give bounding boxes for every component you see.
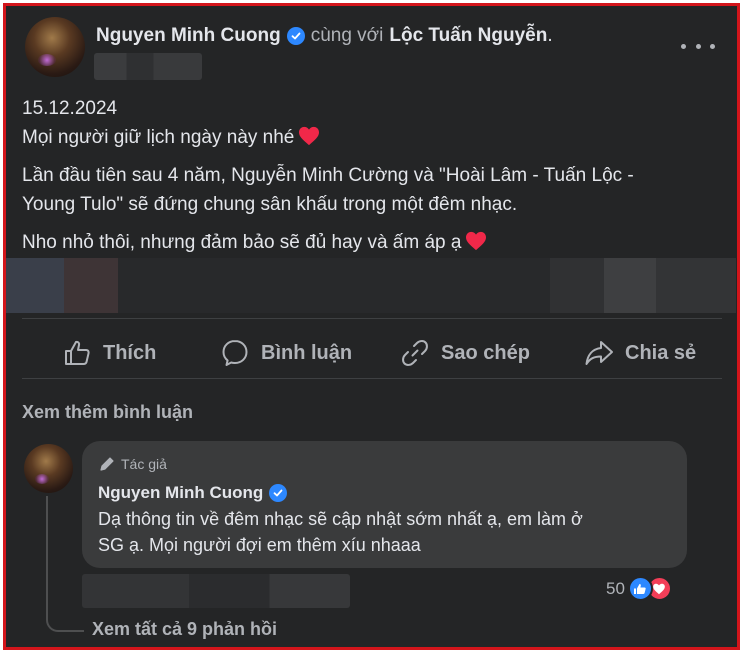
view-all-replies[interactable]: Xem tất cả 9 phản hồi <box>92 619 277 640</box>
post-line-2a: Lần đầu tiên sau 4 năm, Nguyễn Minh Cườn… <box>22 165 634 186</box>
post-card: Nguyen Minh Cuong cùng với Lộc Tuấn Nguy… <box>3 3 740 650</box>
post-header: Nguyen Minh Cuong cùng với Lộc Tuấn Nguy… <box>96 25 553 47</box>
like-label: Thích <box>103 341 157 364</box>
post-line-2b: Young Tulo" sẽ đứng chung sân khấu trong… <box>22 194 518 215</box>
copy-button[interactable]: Sao chép <box>399 336 530 370</box>
comment-bubble: Tác giả Nguyen Minh Cuong Dạ thông tin v… <box>82 441 687 568</box>
share-label: Chia sẻ <box>625 341 697 364</box>
reaction-count: 50 <box>606 578 625 598</box>
author-name[interactable]: Nguyen Minh Cuong <box>96 25 281 47</box>
share-button[interactable]: Chia sẻ <box>583 336 696 370</box>
like-icon <box>65 340 90 365</box>
comment-label: Bình luận <box>261 341 353 364</box>
blurred-media-strip <box>6 258 737 313</box>
like-button[interactable]: Thích <box>61 336 156 370</box>
post-date: 15.12.2024 <box>22 98 118 119</box>
with-text: cùng với <box>310 25 384 46</box>
tagged-name[interactable]: Lộc Tuấn Nguyễn <box>389 25 547 47</box>
author-avatar[interactable] <box>25 17 85 77</box>
see-more-comments[interactable]: Xem thêm bình luận <box>22 402 193 423</box>
more-options-icon[interactable] <box>681 36 715 56</box>
heart-icon <box>299 126 320 146</box>
author-badge: Tác giả <box>98 455 167 473</box>
divider-top <box>22 318 722 319</box>
author-badge-label: Tác giả <box>121 456 167 472</box>
post-line-1: Mọi người giữ lịch ngày này nhé <box>22 123 722 152</box>
pencil-icon <box>100 457 114 471</box>
comment-author[interactable]: Nguyen Minh Cuong <box>98 483 288 503</box>
heart-icon <box>466 231 487 251</box>
comment-icon <box>222 340 248 366</box>
post-text: 15.12.2024 Mọi người giữ lịch ngày này n… <box>22 94 722 257</box>
comment-reactions[interactable]: 50 <box>606 576 672 601</box>
comment-actions-blurred <box>82 574 350 608</box>
comment-avatar[interactable] <box>24 444 73 493</box>
verified-badge-icon <box>269 484 288 502</box>
copy-label: Sao chép <box>441 341 530 364</box>
comment-text: Dạ thông tin về đêm nhạc sẽ cập nhật sớm… <box>98 509 583 555</box>
verified-badge-icon <box>286 27 305 45</box>
link-icon <box>402 340 428 366</box>
post-line-3: Nho nhỏ thôi, nhưng đảm bảo sẽ đủ hay và… <box>22 228 722 257</box>
share-icon <box>585 341 613 365</box>
thread-line <box>46 496 84 632</box>
post-meta-blurred <box>94 53 202 80</box>
like-reaction-icon <box>627 576 653 601</box>
divider-bottom <box>22 378 722 379</box>
period: . <box>547 25 553 46</box>
comment-button[interactable]: Bình luận <box>219 336 352 370</box>
